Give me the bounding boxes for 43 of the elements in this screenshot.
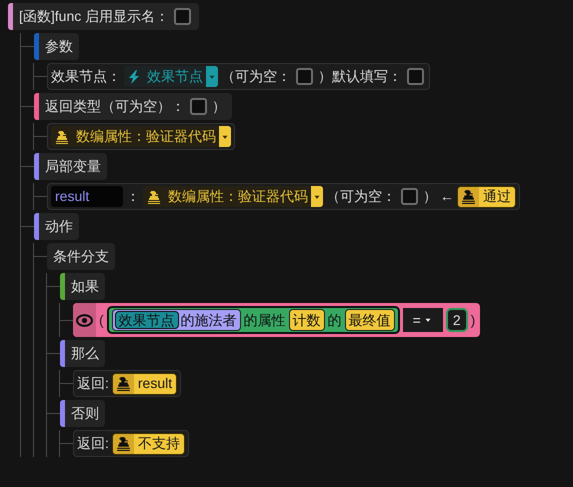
checkbox[interactable] — [174, 8, 192, 25]
eye-icon — [76, 312, 93, 328]
label: 返回类型（可为空）： — [45, 97, 185, 116]
value-chip[interactable]: 不支持 — [112, 432, 185, 454]
label: 的属性 — [244, 310, 286, 330]
label: 局部变量 — [45, 157, 101, 176]
label: ） — [212, 97, 226, 116]
label: 参数 — [45, 37, 73, 56]
checkbox[interactable] — [401, 188, 418, 205]
label: 动作 — [45, 217, 73, 236]
checkbox[interactable] — [190, 98, 207, 115]
label: [函数]func 启用显示名： — [19, 7, 170, 26]
label: （可为空： — [326, 187, 396, 206]
number-field[interactable]: 2 — [446, 308, 468, 332]
label: （可为空： — [221, 67, 291, 86]
label: 返回: — [77, 374, 109, 393]
input-field[interactable]: result — [51, 186, 123, 207]
type-dropdown[interactable]: 数编属性：验证器代码 — [143, 186, 323, 207]
label: ： — [126, 187, 140, 206]
label: 那么 — [71, 344, 99, 363]
label: 返回: — [77, 434, 109, 453]
label: ) — [470, 310, 476, 330]
attribute-chip[interactable]: 最终值 — [344, 309, 395, 331]
label: ） — [423, 187, 437, 206]
type-dropdown[interactable]: 数编属性：验证器代码 — [51, 126, 231, 147]
label: 条件分支 — [53, 247, 109, 266]
label: ← — [440, 187, 454, 206]
label: 的 — [328, 310, 342, 330]
checkbox[interactable] — [296, 68, 313, 85]
label: 否则 — [71, 404, 99, 423]
label: ）默认填写： — [318, 67, 402, 86]
label: ( — [99, 310, 104, 330]
checkbox[interactable] — [407, 68, 424, 85]
attribute-chip[interactable]: 计数 — [288, 309, 325, 331]
node-chip[interactable]: 效果节点 — [114, 311, 179, 329]
operator-dropdown[interactable]: = — [402, 308, 443, 332]
label: 如果 — [71, 277, 99, 296]
type-dropdown[interactable]: 效果节点 — [124, 66, 218, 87]
label: 的施法者 — [180, 310, 237, 330]
value-chip[interactable]: 通过 — [457, 186, 516, 208]
value-chip[interactable]: result — [112, 372, 178, 394]
label: 效果节点： — [51, 67, 121, 86]
lightning-icon — [126, 68, 142, 84]
